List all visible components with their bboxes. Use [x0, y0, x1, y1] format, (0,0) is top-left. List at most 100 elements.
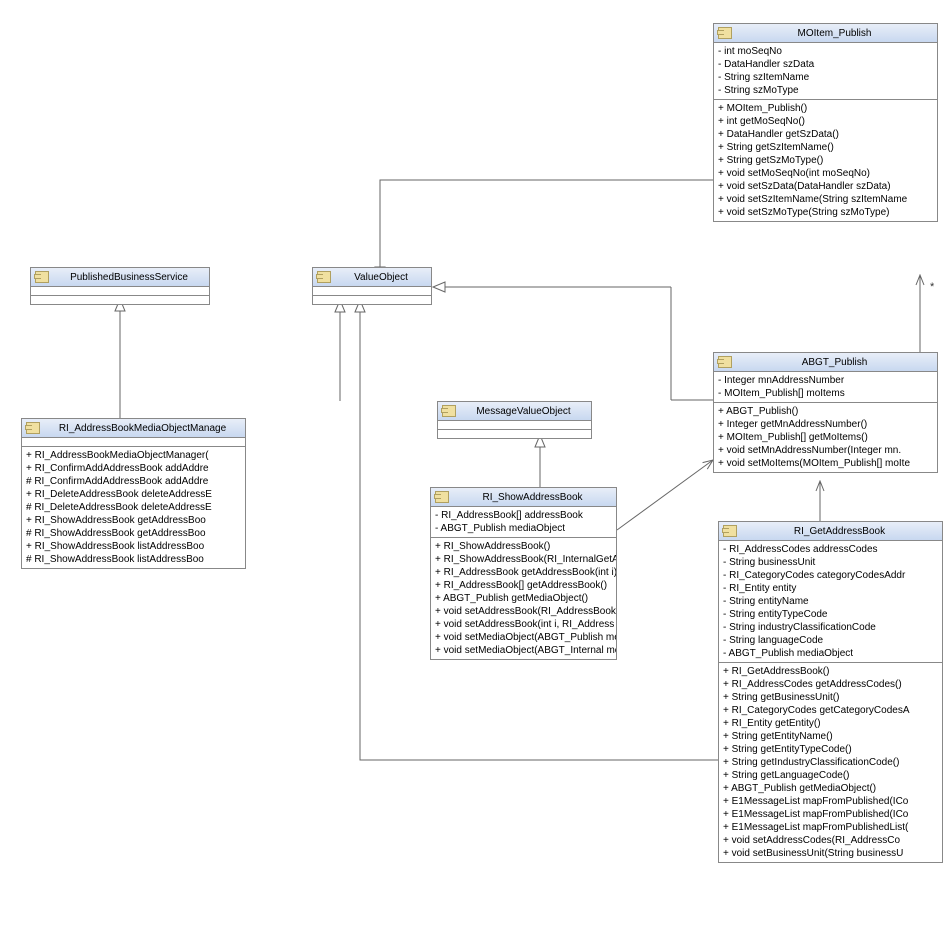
class-member: + int getMoSeqNo() — [714, 115, 937, 128]
class-member: + void setAddressBook(RI_AddressBook — [431, 605, 616, 618]
class-member: + Integer getMnAddressNumber() — [714, 418, 937, 431]
class-member: # RI_DeleteAddressBook deleteAddressE — [22, 501, 245, 514]
attributes-section: - Integer mnAddressNumber - MOItem_Publi… — [714, 372, 937, 403]
class-ri-show-addressbook: RI_ShowAddressBook - RI_AddressBook[] ad… — [430, 487, 617, 660]
class-header: ValueObject — [313, 268, 431, 287]
class-member: + RI_Entity getEntity() — [719, 717, 942, 730]
class-member: + E1MessageList mapFromPublishedList( — [719, 821, 942, 834]
class-member: - String entityName — [719, 595, 942, 608]
attributes-section: - RI_AddressCodes addressCodes - String … — [719, 541, 942, 663]
class-member: - String entityTypeCode — [719, 608, 942, 621]
class-member: + String getEntityName() — [719, 730, 942, 743]
class-icon — [35, 271, 49, 283]
class-member: + RI_ShowAddressBook(RI_InternalGetA — [431, 553, 616, 566]
class-member: + RI_AddressBook[] getAddressBook() — [431, 579, 616, 592]
class-member: - RI_AddressBook[] addressBook — [431, 509, 616, 522]
methods-section — [31, 296, 209, 304]
attributes-section — [313, 287, 431, 296]
methods-section — [438, 430, 591, 438]
class-member: + RI_ShowAddressBook getAddressBoo — [22, 514, 245, 527]
class-header: RI_ShowAddressBook — [431, 488, 616, 507]
class-member: + void setAddressBook(int i, RI_Address — [431, 618, 616, 631]
class-member: - String industryClassificationCode — [719, 621, 942, 634]
class-member: + RI_AddressCodes getAddressCodes() — [719, 678, 942, 691]
class-member: + RI_ShowAddressBook() — [431, 540, 616, 553]
class-member: + RI_DeleteAddressBook deleteAddressE — [22, 488, 245, 501]
class-member: + String getBusinessUnit() — [719, 691, 942, 704]
class-member: + MOItem_Publish[] getMoItems() — [714, 431, 937, 444]
class-member: + RI_CategoryCodes getCategoryCodesA — [719, 704, 942, 717]
class-icon — [442, 405, 456, 417]
class-title: RI_AddressBookMediaObjectManage — [44, 423, 241, 434]
class-member: + E1MessageList mapFromPublished(ICo — [719, 808, 942, 821]
class-title: RI_ShowAddressBook — [453, 492, 612, 503]
class-member: + String getSzItemName() — [714, 141, 937, 154]
class-title: ABGT_Publish — [736, 357, 933, 368]
class-icon — [723, 525, 737, 537]
class-ri-addressbook-media-object-manager: RI_AddressBookMediaObjectManage + RI_Add… — [21, 418, 246, 569]
class-member: + RI_ShowAddressBook listAddressBoo — [22, 540, 245, 553]
class-member: + MOItem_Publish() — [714, 102, 937, 115]
class-member: - String szItemName — [714, 71, 937, 84]
class-member: + void setMediaObject(ABGT_Publish me — [431, 631, 616, 644]
methods-section: + RI_GetAddressBook() + RI_AddressCodes … — [719, 663, 942, 862]
class-header: MessageValueObject — [438, 402, 591, 421]
class-member: - DataHandler szData — [714, 58, 937, 71]
class-member: + void setBusinessUnit(String businessU — [719, 847, 942, 860]
class-member: + void setMnAddressNumber(Integer mn. — [714, 444, 937, 457]
class-icon — [435, 491, 449, 503]
class-member: + ABGT_Publish() — [714, 405, 937, 418]
class-member: - String szMoType — [714, 84, 937, 97]
class-member: + ABGT_Publish getMediaObject() — [431, 592, 616, 605]
class-ri-get-addressbook: RI_GetAddressBook - RI_AddressCodes addr… — [718, 521, 943, 863]
class-member: + RI_AddressBookMediaObjectManager( — [22, 449, 245, 462]
methods-section: + ABGT_Publish() + Integer getMnAddressN… — [714, 403, 937, 472]
class-icon — [26, 422, 40, 434]
class-member: # RI_ShowAddressBook listAddressBoo — [22, 553, 245, 566]
class-member: + void setMediaObject(ABGT_Internal me — [431, 644, 616, 657]
multiplicity-label: * — [930, 281, 935, 293]
class-member: + void setMoItems(MOItem_Publish[] moIte — [714, 457, 937, 470]
class-member: + DataHandler getSzData() — [714, 128, 937, 141]
class-member: - String languageCode — [719, 634, 942, 647]
class-icon — [718, 27, 732, 39]
class-title: RI_GetAddressBook — [741, 526, 938, 537]
class-abgt-publish: ABGT_Publish - Integer mnAddressNumber -… — [713, 352, 938, 473]
class-member: - int moSeqNo — [714, 45, 937, 58]
attributes-section — [438, 421, 591, 430]
class-member: + void setMoSeqNo(int moSeqNo) — [714, 167, 937, 180]
methods-section: + RI_AddressBookMediaObjectManager( + RI… — [22, 447, 245, 568]
class-member: + String getSzMoType() — [714, 154, 937, 167]
class-member: - Integer mnAddressNumber — [714, 374, 937, 387]
class-header: PublishedBusinessService — [31, 268, 209, 287]
class-member: + ABGT_Publish getMediaObject() — [719, 782, 942, 795]
class-member: # RI_ShowAddressBook getAddressBoo — [22, 527, 245, 540]
class-member: + String getLanguageCode() — [719, 769, 942, 782]
attributes-section: - int moSeqNo - DataHandler szData - Str… — [714, 43, 937, 100]
class-moitem-publish: MOItem_Publish - int moSeqNo - DataHandl… — [713, 23, 938, 222]
class-header: ABGT_Publish — [714, 353, 937, 372]
class-member: + RI_ConfirmAddAddressBook addAddre — [22, 462, 245, 475]
class-header: RI_GetAddressBook — [719, 522, 942, 541]
class-member: - ABGT_Publish mediaObject — [719, 647, 942, 660]
class-member: # RI_ConfirmAddAddressBook addAddre — [22, 475, 245, 488]
class-member: + RI_GetAddressBook() — [719, 665, 942, 678]
class-header: MOItem_Publish — [714, 24, 937, 43]
class-member: + void setSzItemName(String szItemName — [714, 193, 937, 206]
class-title: PublishedBusinessService — [53, 272, 205, 283]
class-icon — [317, 271, 331, 283]
class-member: - RI_AddressCodes addressCodes — [719, 543, 942, 556]
class-member: + E1MessageList mapFromPublished(ICo — [719, 795, 942, 808]
class-member: - RI_Entity entity — [719, 582, 942, 595]
class-member: + void setSzMoType(String szMoType) — [714, 206, 937, 219]
class-title: MessageValueObject — [460, 406, 587, 417]
class-header: RI_AddressBookMediaObjectManage — [22, 419, 245, 438]
class-member: - ABGT_Publish mediaObject — [431, 522, 616, 535]
class-member: + void setAddressCodes(RI_AddressCo — [719, 834, 942, 847]
methods-section: + MOItem_Publish() + int getMoSeqNo() + … — [714, 100, 937, 221]
class-member: - String businessUnit — [719, 556, 942, 569]
methods-section — [313, 296, 431, 304]
class-member: + String getIndustryClassificationCode() — [719, 756, 942, 769]
class-published-business-service: PublishedBusinessService — [30, 267, 210, 305]
class-icon — [718, 356, 732, 368]
